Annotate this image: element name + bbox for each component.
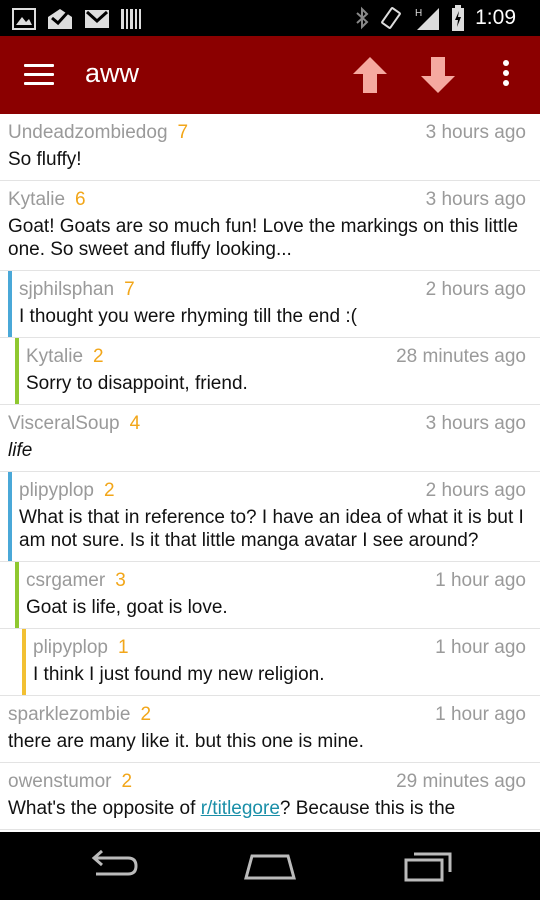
menu-icon[interactable]: [24, 64, 54, 86]
depth-indicator: [22, 629, 26, 695]
signal-icon: H: [415, 8, 440, 30]
comment-time: 1 hour ago: [435, 704, 526, 725]
comment-time: 28 minutes ago: [396, 346, 526, 367]
subreddit-title: aww: [85, 58, 140, 88]
comment-body: What is that in reference to? I have an …: [19, 507, 524, 551]
comment-author[interactable]: plipyplop: [33, 637, 108, 659]
comment-time: 2 hours ago: [425, 480, 526, 501]
comment-time: 3 hours ago: [425, 413, 526, 434]
comment-body: life: [8, 440, 33, 461]
upvote-icon[interactable]: [352, 56, 388, 94]
depth-indicator: [15, 562, 19, 628]
comment-body: Goat! Goats are so much fun! Love the ma…: [8, 216, 519, 260]
comment-score: 6: [75, 189, 86, 210]
comment-author[interactable]: Undeadzombiedog: [8, 122, 168, 144]
status-bar: H 1:09: [0, 0, 540, 36]
depth-indicator: [8, 271, 12, 337]
comment-author[interactable]: owenstumor: [8, 771, 112, 793]
comment[interactable]: plipyplop 2 2 hours ago What is that in re…: [0, 472, 540, 562]
navigation-bar: [0, 832, 540, 900]
comment-time: 1 hour ago: [435, 637, 526, 658]
comment-score: 4: [129, 413, 141, 434]
comment[interactable]: owenstumor 2 29 minutes ago What's the opp…: [0, 763, 540, 830]
comment-author[interactable]: VisceralSoup: [8, 413, 120, 435]
comment-body: What's the opposite of r/titlegore? Beca…: [8, 797, 540, 829]
comment-author[interactable]: Kytalie: [26, 346, 83, 368]
barcode-icon: [121, 9, 141, 29]
comment-body: I think I just found my new religion.: [33, 664, 325, 685]
back-icon[interactable]: [82, 848, 142, 884]
subreddit-link[interactable]: r/titlegore: [201, 798, 280, 819]
comment-list[interactable]: Undeadzombiedog 7 3 hours ago So fluffy! K…: [0, 114, 540, 832]
recent-apps-icon[interactable]: [398, 848, 458, 884]
comment[interactable]: Kytalie 2 28 minutes ago Sorry to disappoi…: [0, 338, 540, 405]
comment-author[interactable]: plipyplop: [19, 480, 94, 502]
comment-score: 2: [93, 346, 104, 367]
comment[interactable]: sjphilsphan 7 2 hours ago I thought you we…: [0, 271, 540, 338]
comment[interactable]: sparklezombie 2 1 hour ago there are many …: [0, 696, 540, 763]
comment-body: Sorry to disappoint, friend.: [26, 373, 248, 394]
comment-author[interactable]: Kytalie: [8, 189, 65, 211]
comment[interactable]: plipyplop 1 1 hour ago I think I just foun…: [0, 629, 540, 696]
gmail-icon: [85, 10, 109, 28]
comment-score: 3: [115, 570, 126, 591]
comment-body-text: ? Because this is the: [279, 798, 456, 819]
downvote-icon[interactable]: [420, 56, 456, 94]
action-bar: aww: [0, 36, 540, 114]
depth-indicator: [15, 338, 19, 404]
comment-author[interactable]: csrgamer: [26, 570, 105, 592]
comment-score: 1: [118, 637, 129, 658]
comment-time: 3 hours ago: [425, 189, 526, 210]
comment-score: 2: [104, 480, 115, 501]
comment-time: 2 hours ago: [425, 279, 526, 300]
comment-score: 7: [177, 122, 189, 143]
battery-icon: [452, 5, 465, 31]
depth-indicator: [8, 472, 12, 561]
comment-time: 3 hours ago: [425, 122, 526, 143]
comment[interactable]: csrgamer 3 1 hour ago Goat is life, goat i…: [0, 562, 540, 629]
comment-author[interactable]: sjphilsphan: [19, 279, 114, 301]
comment-score: 2: [140, 704, 152, 725]
bluetooth-icon: [356, 6, 369, 30]
clock: 1:09: [475, 6, 516, 29]
comment-time: 1 hour ago: [435, 570, 526, 591]
vibrate-icon: [381, 7, 401, 29]
comment-time: 29 minutes ago: [396, 771, 526, 792]
comment-score: 7: [124, 279, 135, 300]
image-icon: [12, 8, 36, 30]
comment-author[interactable]: sparklezombie: [8, 704, 131, 726]
home-icon[interactable]: [240, 848, 300, 884]
comment[interactable]: VisceralSoup 4 3 hours ago life: [0, 405, 540, 472]
mail-check-icon: [48, 9, 72, 29]
comment-body: I thought you were rhyming till the end …: [19, 306, 357, 327]
comment-body: Goat is life, goat is love.: [26, 597, 228, 618]
overflow-menu-icon[interactable]: [498, 60, 514, 92]
comment-body-text: What's the opposite of: [8, 798, 201, 819]
comment-body: So fluffy!: [8, 149, 82, 170]
comment[interactable]: Kytalie 6 3 hours ago Goat! Goats are so m…: [0, 181, 540, 271]
comment[interactable]: Undeadzombiedog 7 3 hours ago So fluffy!: [0, 114, 540, 181]
comment-body: there are many like it. but this one is …: [8, 731, 364, 752]
svg-text:H: H: [415, 8, 422, 19]
comment-score: 2: [121, 771, 133, 792]
